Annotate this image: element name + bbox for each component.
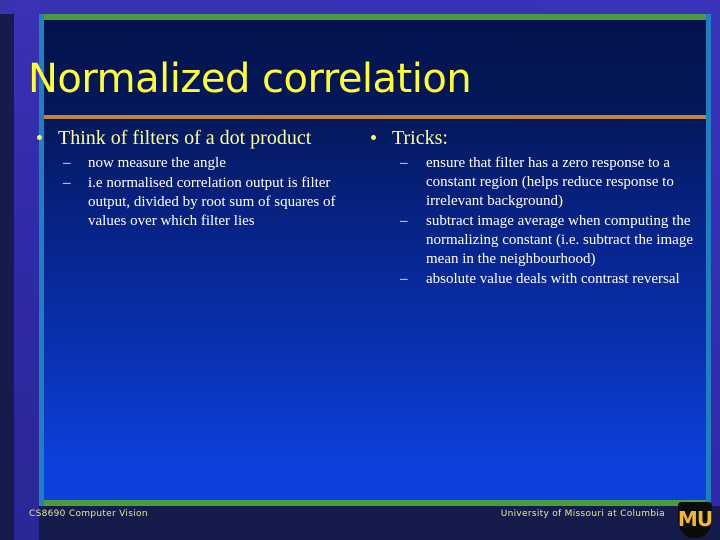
mu-shield-logo: MU (677, 502, 713, 538)
frame-top-line (39, 14, 711, 20)
bullet-item: Think of filters of a dot product – now … (24, 126, 354, 231)
mu-logo-text: MU (677, 506, 713, 531)
content-column-left: Think of filters of a dot product – now … (24, 126, 354, 233)
sub-bullet-text: now measure the angle (88, 155, 226, 171)
sub-bullet-item: – i.e normalised correlation output is f… (58, 174, 354, 231)
bullet-dot-icon (371, 135, 376, 140)
slide-title: Normalized correlation (28, 56, 472, 102)
frame-bottom-line (39, 500, 711, 506)
sub-bullet-item: – ensure that filter has a zero response… (392, 154, 698, 211)
sub-bullet-item: – absolute value deals with contrast rev… (392, 270, 698, 289)
dash-icon: – (63, 155, 71, 171)
right-decorative-band (710, 0, 720, 506)
presentation-slide: Normalized correlation Think of filters … (0, 0, 720, 540)
footer-course-label: CS8690 Computer Vision (29, 509, 148, 519)
dash-icon: – (400, 271, 408, 287)
top-decorative-band (0, 0, 720, 14)
bullet-dot-icon (37, 135, 42, 140)
sub-bullet-text: absolute value deals with contrast rever… (426, 271, 680, 287)
dash-icon: – (400, 213, 408, 229)
sub-bullet-text: subtract image average when computing th… (426, 213, 693, 267)
bullet-list-level1: Tricks: – ensure that filter has a zero … (358, 126, 698, 289)
title-divider-rule (44, 115, 706, 119)
sub-bullet-item: – subtract image average when computing … (392, 212, 698, 269)
bullet-text: Think of filters of a dot product (58, 127, 312, 149)
sub-bullet-text: ensure that filter has a zero response t… (426, 155, 674, 209)
footer-institution-label: University of Missouri at Columbia (500, 509, 665, 519)
bullet-item: Tricks: – ensure that filter has a zero … (358, 126, 698, 289)
dash-icon: – (400, 155, 408, 171)
sub-bullet-item: – now measure the angle (58, 154, 354, 173)
bullet-text: Tricks: (392, 127, 448, 149)
bullet-list-level2: – now measure the angle – i.e normalised… (58, 154, 354, 231)
frame-right-line (706, 14, 711, 506)
bullet-list-level2: – ensure that filter has a zero response… (392, 154, 698, 289)
dash-icon: – (63, 175, 71, 191)
sub-bullet-text: i.e normalised correlation output is fil… (88, 175, 336, 229)
content-column-right: Tricks: – ensure that filter has a zero … (358, 126, 698, 291)
bullet-list-level1: Think of filters of a dot product – now … (24, 126, 354, 231)
